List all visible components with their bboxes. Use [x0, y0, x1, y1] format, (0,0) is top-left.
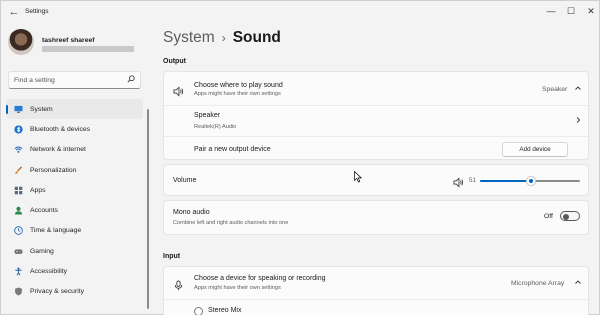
chevron-up-icon[interactable]	[574, 278, 582, 288]
volume-label: Volume	[173, 177, 197, 184]
gamepad-icon	[13, 246, 23, 256]
settings-window: ← Settings — ☐ ✕ tashreef shareef System…	[0, 0, 600, 315]
breadcrumb-separator: ›	[221, 31, 226, 45]
sidebar-item-network[interactable]: Network & internet	[6, 140, 143, 160]
sidebar-item-accessibility[interactable]: Accessibility	[6, 261, 143, 281]
microphone-icon	[173, 278, 184, 291]
minimize-icon[interactable]: —	[543, 4, 559, 18]
sidebar-item-label: System	[30, 105, 53, 113]
app-title: Settings	[25, 8, 49, 15]
mono-audio-subtitle: Combine left and right audio channels in…	[173, 220, 289, 226]
sidebar-item-privacy-security[interactable]: Privacy & security	[6, 282, 143, 302]
close-icon[interactable]: ✕	[583, 4, 599, 18]
choose-output-subtitle: Apps might have their own settings	[194, 91, 281, 97]
volume-slider[interactable]	[480, 176, 580, 186]
sidebar-nav: System Bluetooth & devices Network & int…	[6, 99, 143, 302]
brush-icon	[13, 165, 23, 175]
input-device-card: Choose a device for speaking or recordin…	[163, 266, 589, 315]
wifi-icon	[13, 145, 23, 155]
add-device-button[interactable]: Add device	[502, 142, 568, 157]
pair-output-label: Pair a new output device	[194, 146, 271, 153]
input-device-name: Stereo Mix	[208, 307, 242, 314]
sidebar-item-label: Time & language	[30, 227, 82, 235]
breadcrumb-parent[interactable]: System	[163, 29, 215, 46]
search-icon[interactable]	[127, 75, 135, 85]
mouse-cursor-icon	[354, 171, 362, 183]
sidebar-item-label: Network & internet	[30, 146, 86, 154]
mono-audio-title: Mono audio	[173, 209, 210, 216]
speaker-icon	[173, 84, 184, 97]
breadcrumb: System › Sound	[163, 29, 281, 47]
shield-icon	[13, 287, 23, 297]
person-icon	[13, 206, 23, 216]
volume-value: 51	[469, 177, 476, 184]
sidebar-item-accounts[interactable]: Accounts	[6, 200, 143, 220]
input-section-label: Input	[163, 253, 181, 260]
selected-output-device[interactable]: Speaker	[542, 86, 567, 93]
avatar[interactable]	[8, 29, 34, 55]
sidebar-item-apps[interactable]: Apps	[6, 180, 143, 200]
output-section-label: Output	[163, 58, 186, 65]
choose-input-title: Choose a device for speaking or recordin…	[194, 275, 326, 282]
sidebar-item-time-language[interactable]: Time & language	[6, 221, 143, 241]
chevron-right-icon[interactable]	[574, 116, 582, 126]
search-input[interactable]	[9, 72, 127, 88]
sidebar-item-label: Privacy & security	[30, 288, 85, 296]
divider	[164, 136, 588, 137]
user-email-redacted	[42, 46, 134, 52]
globe-clock-icon	[13, 226, 23, 236]
sidebar-item-personalization[interactable]: Personalization	[6, 160, 143, 180]
sidebar-item-bluetooth[interactable]: Bluetooth & devices	[6, 119, 143, 139]
sidebar-item-label: Gaming	[30, 247, 54, 255]
page-title: Sound	[232, 29, 281, 46]
sidebar-item-label: Accessibility	[30, 268, 68, 276]
volume-slider-thumb[interactable]	[526, 176, 536, 186]
sidebar-item-gaming[interactable]: Gaming	[6, 241, 143, 261]
sidebar-item-label: Bluetooth & devices	[30, 125, 91, 133]
mono-audio-state: Off	[544, 213, 553, 220]
selected-input-device[interactable]: Microphone Array	[511, 280, 564, 287]
choose-input-subtitle: Apps might have their own settings	[194, 285, 281, 291]
divider	[164, 105, 588, 106]
user-name: tashreef shareef	[42, 37, 95, 44]
divider	[164, 299, 588, 300]
input-device-radio[interactable]	[194, 307, 203, 315]
bluetooth-icon	[13, 124, 23, 134]
mono-audio-toggle[interactable]	[560, 211, 580, 221]
sidebar-scrollbar[interactable]	[147, 109, 149, 309]
sidebar-item-system[interactable]: System	[6, 99, 143, 120]
maximize-icon[interactable]: ☐	[563, 4, 579, 18]
sidebar-item-label: Accounts	[30, 207, 58, 215]
apps-icon	[13, 185, 23, 195]
title-bar: ← Settings — ☐ ✕	[1, 1, 600, 23]
volume-speaker-icon[interactable]	[453, 175, 464, 188]
volume-card: Volume 51	[163, 164, 589, 196]
output-device-driver: Realtek(R) Audio	[194, 124, 237, 130]
output-device-name: Speaker	[194, 112, 221, 119]
monitor-icon	[13, 104, 23, 114]
search-box[interactable]	[8, 71, 141, 89]
accessibility-icon	[13, 267, 23, 277]
sidebar-item-label: Personalization	[30, 166, 77, 174]
choose-output-title: Choose where to play sound	[194, 82, 283, 89]
output-device-card: Choose where to play sound Apps might ha…	[163, 71, 589, 160]
chevron-up-icon[interactable]	[574, 84, 582, 94]
mono-audio-card: Mono audio Combine left and right audio …	[163, 200, 589, 235]
volume-slider-fill	[480, 180, 531, 182]
back-arrow-icon[interactable]: ←	[7, 5, 21, 19]
sidebar-item-label: Apps	[30, 186, 46, 194]
